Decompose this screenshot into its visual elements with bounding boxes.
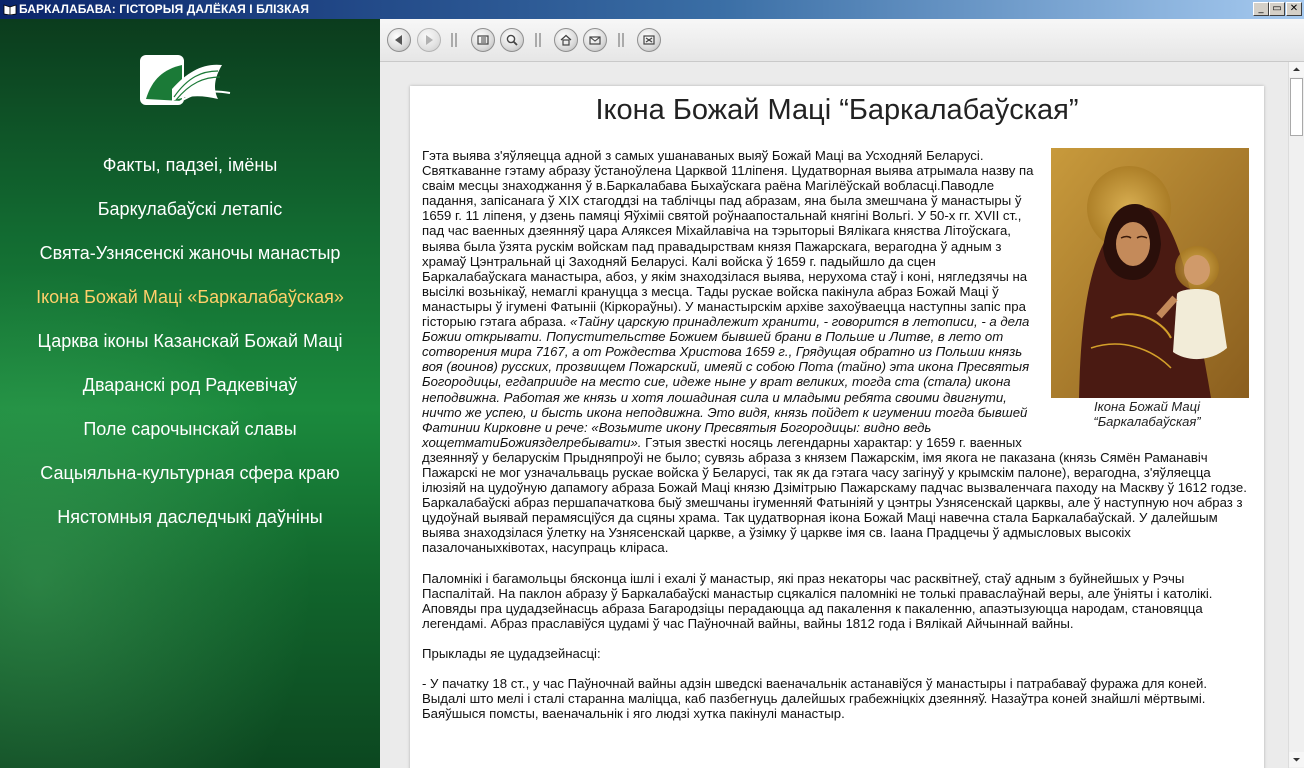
sidebar-item-church[interactable]: Царква іконы Казанскай Божай Маці	[0, 326, 380, 370]
article-page: Ікона Божай Маці “Баркалабаўская” Ікона …	[410, 86, 1264, 768]
home-button[interactable]	[554, 28, 578, 52]
toolbar	[380, 19, 1304, 62]
icon-figure: Ікона Божай Маці “Баркалабаўская”	[1045, 148, 1249, 429]
sidebar-item-culture[interactable]: Сацыяльна-культурная сфера краю	[0, 458, 380, 502]
title-bar: БАРКАЛАБАВА: ГІСТОРЫЯ ДАЛЁКАЯ І БЛІЗКАЯ …	[0, 0, 1304, 19]
back-button[interactable]	[387, 28, 411, 52]
content-area: Ікона Божай Маці “Баркалабаўская” Ікона …	[380, 62, 1288, 768]
search-icon	[506, 34, 518, 46]
scroll-up-button[interactable]	[1289, 62, 1304, 77]
sidebar-item-field[interactable]: Поле сарочынскай славы	[0, 414, 380, 458]
open-book-logo-icon	[140, 55, 231, 105]
exit-icon	[643, 35, 655, 45]
close-button[interactable]: ✕	[1286, 2, 1302, 16]
app-book-icon	[3, 4, 17, 15]
paragraph-4: - У пачатку 18 ст., у час Паўночнай вайн…	[422, 676, 1208, 722]
minimize-button[interactable]: _	[1253, 2, 1269, 16]
maximize-button[interactable]: ▭	[1269, 2, 1285, 16]
sidebar-item-icon[interactable]: Ікона Божай Маці «Баркалабаўская»	[0, 282, 380, 326]
scroll-up-icon	[1293, 67, 1300, 71]
toolbar-separator	[451, 33, 457, 47]
back-icon	[395, 35, 402, 45]
paragraph-3: Прыклады яе цудадзейнасці:	[422, 645, 601, 661]
image-caption: Ікона Божай Маці “Баркалабаўская”	[1093, 399, 1201, 429]
paragraph-1-text: Гэта выява з'яўляецца адной з самых ушан…	[422, 148, 1034, 330]
mail-icon	[589, 36, 601, 45]
window-title: БАРКАЛАБАВА: ГІСТОРЫЯ ДАЛЁКАЯ І БЛІЗКАЯ	[19, 2, 310, 16]
scroll-down-icon	[1293, 758, 1300, 762]
sidebar-item-monastery[interactable]: Свята-Узнясенскі жаночы манастыр	[0, 238, 380, 282]
forward-icon	[426, 35, 433, 45]
scroll-down-button[interactable]	[1289, 752, 1304, 767]
exit-button[interactable]	[637, 28, 661, 52]
article-body: Ікона Божай Маці “Баркалабаўская” Гэта в…	[422, 148, 1249, 736]
madonna-icon-image	[1051, 148, 1249, 398]
scrollbar-thumb[interactable]	[1290, 78, 1303, 136]
contents-icon	[477, 35, 489, 45]
contents-button[interactable]	[471, 28, 495, 52]
toolbar-separator	[618, 33, 624, 47]
search-button[interactable]	[500, 28, 524, 52]
forward-button[interactable]	[417, 28, 441, 52]
sidebar: Факты, падзеі, імёны Баркулабаўскі летап…	[0, 19, 380, 768]
toolbar-separator	[535, 33, 541, 47]
home-icon	[560, 34, 572, 46]
chronicle-quote: «Тайну царскую принадлежит хранити, - го…	[422, 314, 1030, 450]
vertical-scrollbar[interactable]	[1288, 62, 1304, 768]
sidebar-item-chronicle[interactable]: Баркулабаўскі летапіс	[0, 194, 380, 238]
sidebar-item-researchers[interactable]: Нястомныя даследчыкі даўніны	[0, 502, 380, 546]
sidebar-item-radkevich[interactable]: Дваранскі род Радкевічаў	[0, 370, 380, 414]
sidebar-item-facts[interactable]: Факты, падзеі, імёны	[0, 150, 380, 194]
paragraph-1-continuation: Гэтыя звесткі носяць легендарны характар…	[422, 434, 1247, 556]
sidebar-menu: Факты, падзеі, імёны Баркулабаўскі летап…	[0, 150, 380, 546]
page-title: Ікона Божай Маці “Баркалабаўская”	[595, 94, 1079, 126]
paragraph-2: Паломнікі і багамольцы бясконца ішлі і е…	[422, 570, 1213, 631]
mail-button[interactable]	[583, 28, 607, 52]
